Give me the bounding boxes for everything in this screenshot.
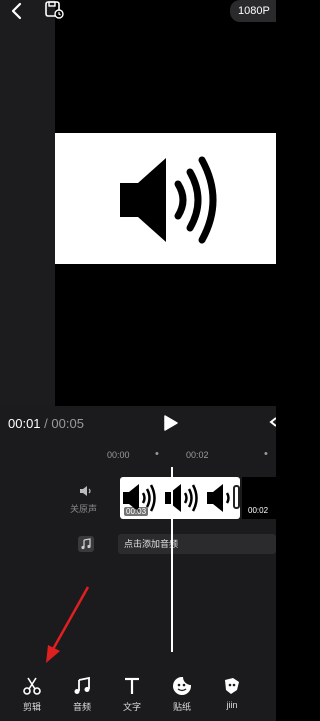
- clip-thumbnail-speaker-icon: [165, 484, 198, 512]
- time-separator: /: [40, 416, 52, 431]
- tool-more[interactable]: jiin: [214, 676, 250, 710]
- clip-duration: 00:03: [124, 507, 149, 516]
- chevron-left-icon: [11, 2, 22, 20]
- sticker-icon: [173, 677, 191, 695]
- more-icon: [225, 678, 239, 694]
- tool-sticker-label: 贴纸: [172, 702, 191, 712]
- ruler-dot: •: [155, 448, 159, 460]
- save-draft-icon: [45, 1, 64, 19]
- resolution-button[interactable]: 1080P: [230, 0, 276, 22]
- play-icon: [164, 415, 178, 431]
- undo-icon-shape: [269, 417, 277, 427]
- play-button[interactable]: [161, 414, 179, 432]
- text-icon: [125, 677, 139, 694]
- clip-trim-handle[interactable]: [233, 485, 240, 509]
- volume-icon: [80, 486, 91, 496]
- current-time: 00:01: [8, 416, 41, 431]
- tool-text-label: 文字: [122, 702, 141, 712]
- tool-audio[interactable]: 音频: [64, 676, 100, 713]
- undo-icon[interactable]: [268, 414, 277, 430]
- next-clip-duration: 00:02: [248, 506, 269, 515]
- add-audio-button[interactable]: 点击添加音频: [118, 534, 276, 554]
- time-display: 00:01 / 00:05: [8, 416, 84, 431]
- ruler-tick-label: 00:02: [186, 450, 209, 460]
- timeline-ruler: 00:00 • 00:02 •: [0, 448, 276, 466]
- annotation-arrow-icon: [46, 586, 90, 663]
- playhead[interactable]: [171, 467, 173, 652]
- music-track-icon: [78, 536, 94, 552]
- tool-edit[interactable]: 剪辑: [14, 676, 50, 713]
- tool-sticker[interactable]: 贴纸: [164, 676, 200, 713]
- ruler-tick-label: 00:00: [107, 450, 130, 460]
- speaker-icon: [120, 156, 217, 244]
- mute-original-button[interactable]: [79, 484, 93, 498]
- tool-more-label: jiin: [226, 700, 238, 710]
- mute-original-label: 关原声: [70, 504, 98, 514]
- tool-edit-label: 剪辑: [22, 702, 41, 712]
- scissors-icon: [23, 677, 41, 695]
- ruler-dot: •: [264, 448, 268, 460]
- preview-side-strip: [0, 0, 55, 406]
- music-note-icon: [74, 676, 90, 694]
- save-draft-button[interactable]: [44, 0, 66, 20]
- back-button[interactable]: [8, 1, 26, 21]
- total-time: 00:05: [51, 416, 84, 431]
- tool-text[interactable]: 文字: [114, 676, 150, 713]
- tool-audio-label: 音频: [72, 702, 91, 712]
- music-note-small-icon: [81, 538, 91, 550]
